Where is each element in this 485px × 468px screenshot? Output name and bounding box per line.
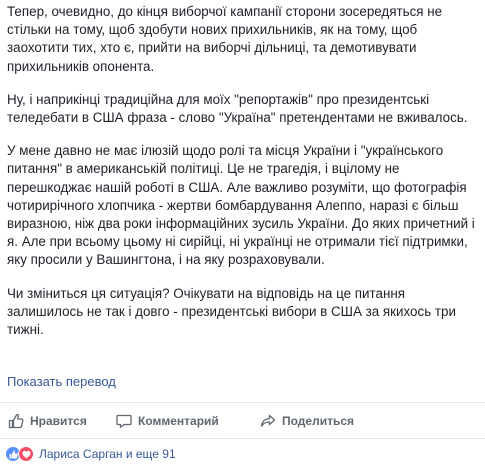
post-body: Тепер, очевидно, до кінця виборчої кампа… — [7, 0, 477, 354]
like-button[interactable]: Нравится — [8, 403, 87, 438]
post-paragraph-3: У мене давно не має ілюзій щодо ролі та … — [7, 143, 475, 268]
comment-button[interactable]: Комментарий — [116, 403, 219, 438]
reactions-summary: Лариса Сарган и еще 91 — [5, 444, 176, 464]
share-button[interactable]: Поделиться — [260, 403, 354, 438]
post-actions-bar: Нравится Комментарий Поделиться — [0, 403, 485, 438]
post-paragraph-1: Тепер, очевидно, до кінця виборчої кампа… — [7, 4, 443, 74]
reactors-link[interactable]: Лариса Сарган и еще 91 — [39, 447, 176, 461]
like-button-label: Нравится — [30, 413, 87, 428]
post-paragraph-2: Ну, і наприкінці традиційна для моїх "ре… — [7, 91, 468, 126]
actions-divider-bottom — [0, 438, 485, 439]
love-reaction-icon[interactable] — [18, 446, 34, 462]
see-translation-link[interactable]: Показать перевод — [7, 374, 116, 390]
thumbs-up-icon — [8, 413, 24, 428]
share-icon — [260, 414, 276, 427]
post-paragraph-4: Чи зміниться ця ситуація? Очікувати на в… — [7, 285, 456, 338]
share-button-label: Поделиться — [282, 413, 355, 428]
comment-icon — [116, 414, 132, 428]
comment-button-label: Комментарий — [138, 413, 219, 428]
